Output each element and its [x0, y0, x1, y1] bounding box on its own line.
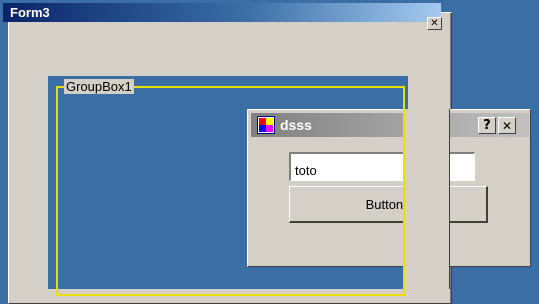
dsss-close-button[interactable]: ✕ — [498, 117, 516, 134]
groupbox1-label: GroupBox1 — [64, 79, 134, 94]
help-icon: ? — [483, 118, 491, 133]
dsss-title: dsss — [280, 117, 312, 133]
form3-titlebar[interactable]: Form3 — [3, 3, 441, 22]
form3-title: Form3 — [10, 5, 50, 20]
form3-close-button[interactable]: ✕ — [427, 17, 442, 30]
groupbox1-right-border — [403, 109, 405, 289]
close-icon: ✕ — [501, 118, 513, 133]
dsss-help-button[interactable]: ? — [478, 117, 496, 134]
button1[interactable]: Button1 — [289, 186, 488, 223]
close-icon: ✕ — [430, 17, 439, 29]
form3-right-edge — [404, 109, 450, 289]
app-window-icon — [257, 116, 275, 134]
